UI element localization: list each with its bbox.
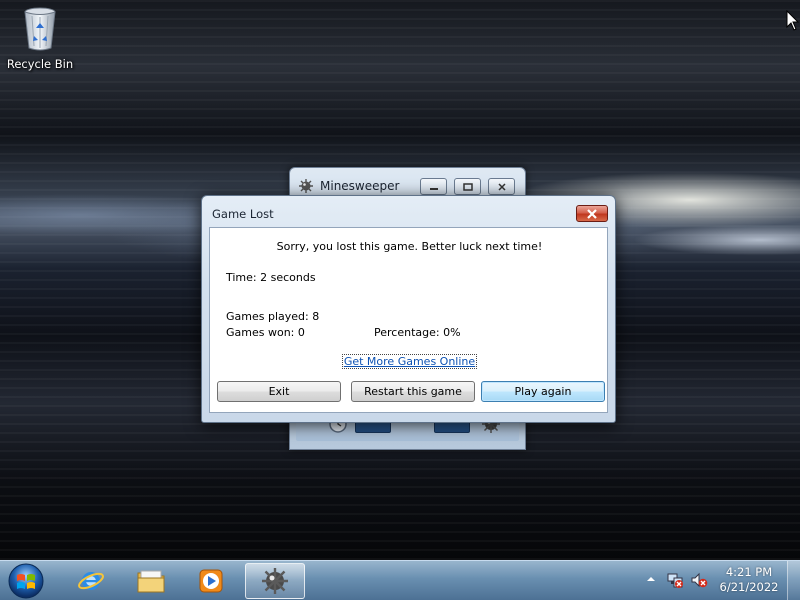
percentage-stat: Percentage: 0% bbox=[374, 326, 461, 339]
time-stat: Time: 2 seconds bbox=[226, 271, 316, 284]
taskbar-media-player[interactable] bbox=[182, 563, 240, 599]
game-lost-message: Sorry, you lost this game. Better luck n… bbox=[276, 240, 543, 253]
get-more-games-link-row: Get More Games Online bbox=[210, 354, 609, 369]
recycle-bin-icon bbox=[24, 7, 56, 51]
exit-button[interactable]: Exit bbox=[217, 381, 341, 402]
dialog-close-button[interactable] bbox=[576, 205, 608, 222]
dialog-title: Game Lost bbox=[212, 207, 274, 221]
windows-orb-icon[interactable] bbox=[6, 562, 46, 600]
minesweeper-icon bbox=[299, 179, 313, 193]
recycle-bin-label: Recycle Bin bbox=[6, 57, 74, 71]
media-player-icon bbox=[199, 569, 223, 593]
folder-icon bbox=[137, 570, 165, 593]
games-won-stat: Games won: 0 bbox=[226, 326, 305, 339]
close-icon bbox=[587, 208, 597, 219]
show-hidden-icons-chevron[interactable] bbox=[646, 574, 656, 584]
mouse-cursor-icon bbox=[786, 10, 800, 31]
taskbar-minesweeper[interactable] bbox=[245, 563, 305, 599]
show-desktop-button[interactable] bbox=[787, 561, 800, 600]
restart-game-button[interactable]: Restart this game bbox=[351, 381, 475, 402]
maximize-button[interactable] bbox=[454, 178, 481, 195]
desktop-icon-recycle-bin[interactable]: Recycle Bin bbox=[6, 6, 74, 76]
games-played-stat: Games played: 8 bbox=[226, 310, 320, 323]
minimize-button[interactable] bbox=[420, 178, 447, 195]
taskbar-windows-explorer[interactable] bbox=[122, 563, 180, 599]
minimize-icon bbox=[429, 187, 438, 190]
close-button[interactable] bbox=[488, 178, 515, 195]
clock-date: 6/21/2022 bbox=[719, 580, 779, 594]
clock-time: 4:21 PM bbox=[725, 565, 773, 579]
close-icon bbox=[497, 182, 506, 191]
taskbar-internet-explorer[interactable] bbox=[62, 563, 120, 599]
game-lost-dialog[interactable]: Game Lost Sorry, you lost this game. Bet… bbox=[201, 195, 616, 423]
internet-explorer-icon bbox=[78, 572, 104, 590]
taskbar-clock[interactable]: 4:21 PM 6/21/2022 bbox=[714, 565, 784, 595]
minesweeper-window-title: Minesweeper bbox=[320, 179, 400, 193]
play-again-button[interactable]: Play again bbox=[481, 381, 605, 402]
dialog-content: Sorry, you lost this game. Better luck n… bbox=[209, 227, 608, 413]
volume-muted-icon[interactable] bbox=[690, 571, 708, 589]
minesweeper-icon bbox=[262, 568, 288, 594]
maximize-icon bbox=[462, 182, 473, 191]
network-disconnected-icon[interactable] bbox=[666, 571, 684, 589]
get-more-games-link[interactable]: Get More Games Online bbox=[341, 354, 478, 369]
